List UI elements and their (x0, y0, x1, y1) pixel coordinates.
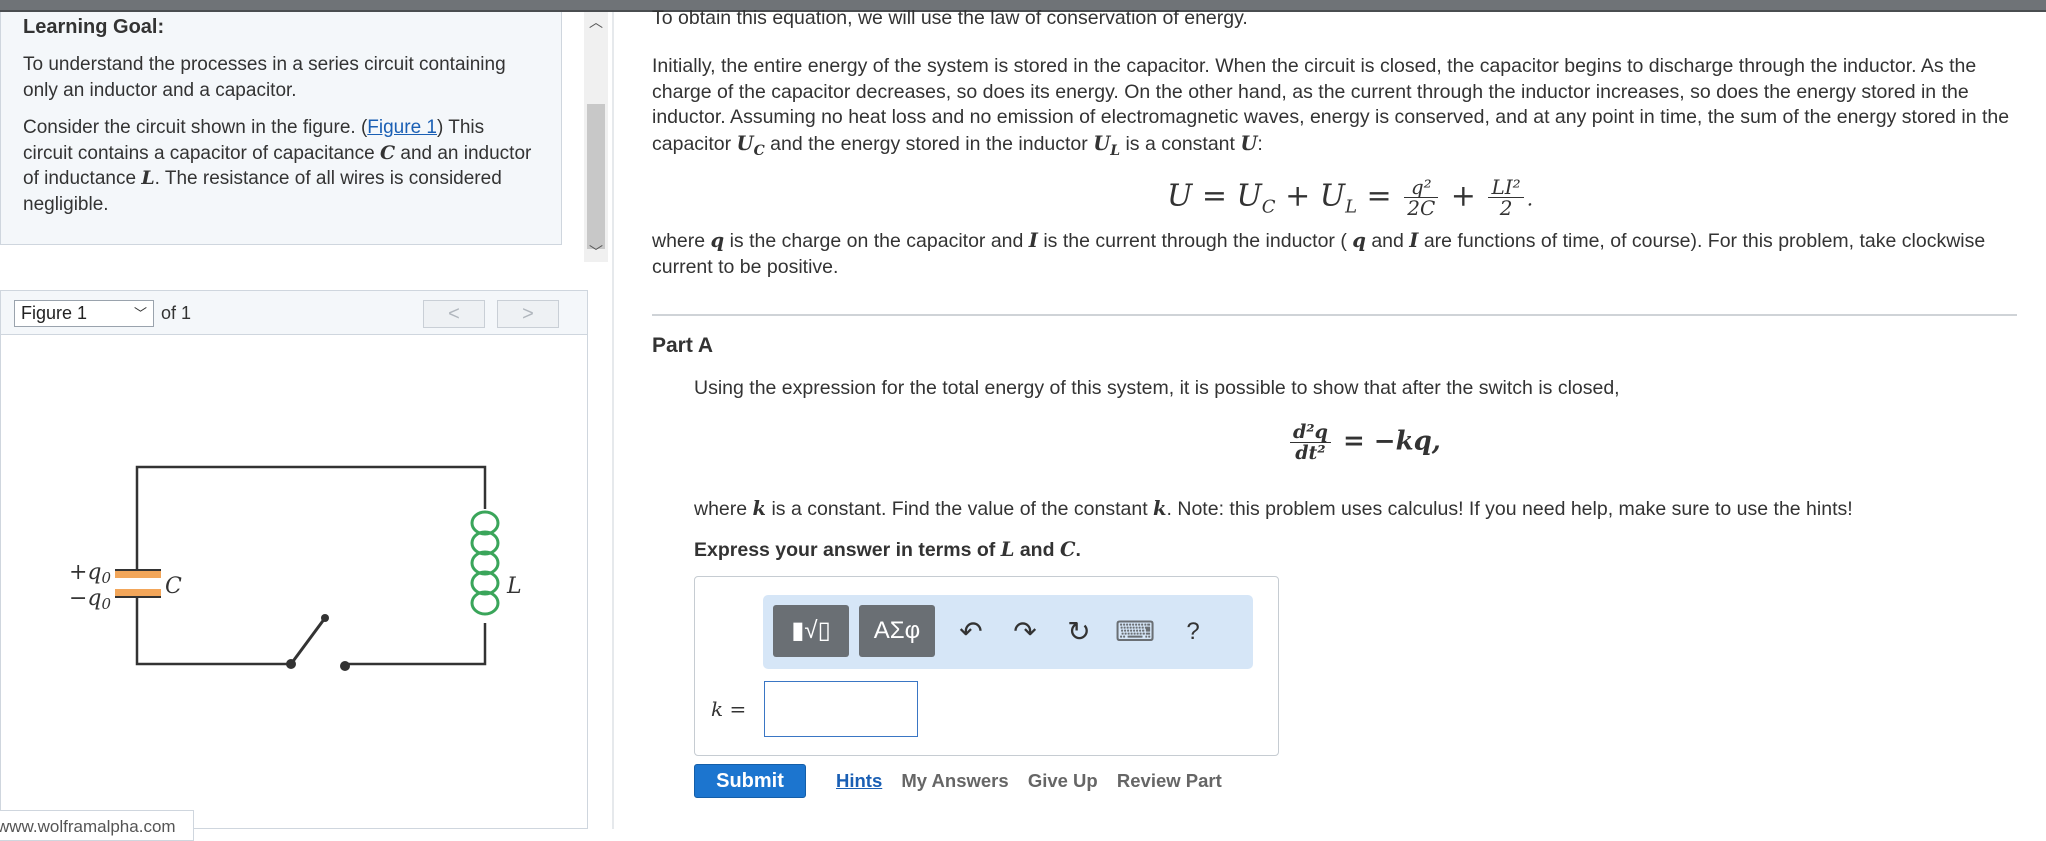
left-panel: Learning Goal: To understand the process… (0, 12, 612, 841)
eq-text: + U (1275, 178, 1346, 214)
symbol-uc: UC (736, 131, 765, 159)
undo-icon[interactable]: ↶ (951, 607, 991, 657)
para-text: Express your answer in terms of (694, 539, 1001, 561)
symbol-k: k (1153, 497, 1167, 520)
learning-goal-intro: To understand the processes in a series … (23, 54, 506, 101)
figure-1-link[interactable]: Figure 1 (367, 117, 437, 138)
circuit-wire-left (135, 596, 293, 666)
para-text: and (1014, 539, 1060, 561)
symbol-u: U (1240, 131, 1258, 155)
figure-toolbar: Figure 1 ﹀ of 1 < > (1, 291, 587, 335)
scroll-down-icon[interactable]: ﹀ (584, 242, 608, 262)
inductor-coil (470, 510, 500, 616)
para-text: is the charge on the capacitor and (724, 230, 1029, 252)
eq-text: U = U (1167, 178, 1262, 214)
learning-goal-box: Learning Goal: To understand the process… (0, 12, 562, 245)
para-text: where (652, 230, 711, 252)
eq-rhs: = −kq, (1342, 426, 1441, 457)
give-up-link[interactable]: Give Up (1028, 770, 1098, 791)
source-credit: www.wolframalpha.com (0, 810, 194, 841)
answer-actions: Hints My Answers Give Up Review Part (836, 770, 1236, 792)
para-text: where (694, 498, 753, 520)
fraction-q2-over-2c: q² 2C (1404, 177, 1439, 218)
symbol-c: C (379, 141, 396, 164)
figure-select-value: Figure 1 (21, 303, 88, 323)
para-text: is a constant. Find the value of the con… (766, 498, 1154, 520)
para-text: . (1075, 539, 1081, 561)
section-divider (652, 314, 2017, 316)
review-part-link[interactable]: Review Part (1117, 770, 1222, 791)
part-a-title: Part A (652, 334, 714, 357)
switch-contact (340, 661, 350, 671)
circuit-wire-right (344, 623, 487, 666)
figure-count: of 1 (161, 303, 192, 323)
desc-text: Consider the circuit shown in the figure… (23, 117, 368, 138)
submit-button[interactable]: Submit (694, 764, 806, 798)
symbol-c: C (1059, 538, 1076, 561)
my-answers-link[interactable]: My Answers (901, 770, 1008, 791)
circuit-wire-top (135, 465, 487, 570)
differential-equation: d²q dt² = −kq, (1287, 422, 1441, 463)
redo-icon[interactable]: ↷ (1005, 607, 1045, 657)
answer-box: ▮√▯ ΑΣφ ↶ ↷ ↻ ⌨ ? k = (694, 576, 1279, 756)
eq-text: = (1357, 178, 1402, 214)
fraction-li2-over-2: LI² 2 (1488, 177, 1524, 218)
lc-circuit-diagram: +q0 −q0 C L (69, 465, 522, 671)
next-figure-button[interactable]: > (497, 300, 559, 328)
answer-input[interactable] (764, 681, 918, 737)
keyboard-icon[interactable]: ⌨ (1115, 607, 1155, 657)
figure-select[interactable]: Figure 1 ﹀ (14, 300, 154, 327)
para-text: and the energy stored in the inductor (764, 132, 1094, 155)
para-text: . Note: this problem uses calculus! If y… (1166, 498, 1853, 520)
scroll-up-icon[interactable]: ︿ (584, 12, 608, 32)
chevron-down-icon: ﹀ (133, 306, 147, 321)
capacitor-plate-bottom (115, 589, 161, 597)
symbol-i: I (1028, 229, 1038, 252)
reset-icon[interactable]: ↻ (1059, 607, 1099, 657)
goal-scrollbar[interactable]: ︿ ﹀ (584, 12, 608, 262)
symbol-q: q (710, 229, 725, 252)
help-icon[interactable]: ? (1173, 607, 1213, 657)
answer-instructions: Express your answer in terms of L and C. (694, 537, 1081, 564)
hints-link[interactable]: Hints (836, 770, 882, 791)
eq-text: + (1441, 178, 1486, 214)
symbol-l: L (1000, 538, 1015, 561)
greek-symbols-button[interactable]: ΑΣφ (859, 605, 935, 657)
label-plus-q0: +q0 (69, 560, 112, 587)
switch-tip (321, 614, 329, 622)
learning-goal-title: Learning Goal: (23, 16, 165, 38)
figure-panel: Figure 1 ﹀ of 1 < > +q0 −q0 C L (0, 290, 588, 829)
symbol-k: k (752, 497, 767, 520)
switch-pivot (286, 659, 296, 669)
column-divider (612, 12, 614, 829)
templates-button[interactable]: ▮√▯ (773, 605, 849, 657)
para-text: : (1257, 132, 1263, 155)
scroll-thumb[interactable] (587, 104, 605, 249)
symbol-q: q (1352, 229, 1366, 252)
symbol-ul: UL (1093, 131, 1121, 159)
para-text: is a constant (1120, 132, 1241, 155)
answer-label: k = (711, 697, 747, 721)
label-minus-q0: −q0 (69, 586, 112, 613)
math-toolbar: ▮√▯ ΑΣφ ↶ ↷ ↻ ⌨ ? (763, 595, 1253, 669)
para-text: and (1365, 230, 1410, 252)
variables-explanation: where q is the charge on the capacitor a… (652, 228, 2017, 280)
switch-arm (289, 617, 327, 665)
energy-explanation: Initially, the entire energy of the syst… (652, 54, 2017, 164)
label-inductance: L (506, 574, 522, 599)
circuit-description: Consider the circuit shown in the figure… (23, 115, 539, 217)
capacitor-plate-top (115, 570, 161, 578)
label-capacitance: C (165, 574, 182, 599)
fraction-d2q-dt2: d²q dt² (1290, 422, 1331, 463)
part-a-question: where k is a constant. Find the value of… (694, 496, 1853, 523)
previous-figure-button[interactable]: < (423, 300, 485, 328)
energy-equation: U = UC + UL = q² 2C + LI² 2. (1167, 175, 1534, 220)
para-text: is the current through the inductor ( (1037, 230, 1353, 252)
part-a-prompt: Using the expression for the total energ… (694, 377, 1620, 399)
intro-line: To obtain this equation, we will use the… (652, 7, 1248, 29)
symbol-l: L (141, 167, 155, 189)
